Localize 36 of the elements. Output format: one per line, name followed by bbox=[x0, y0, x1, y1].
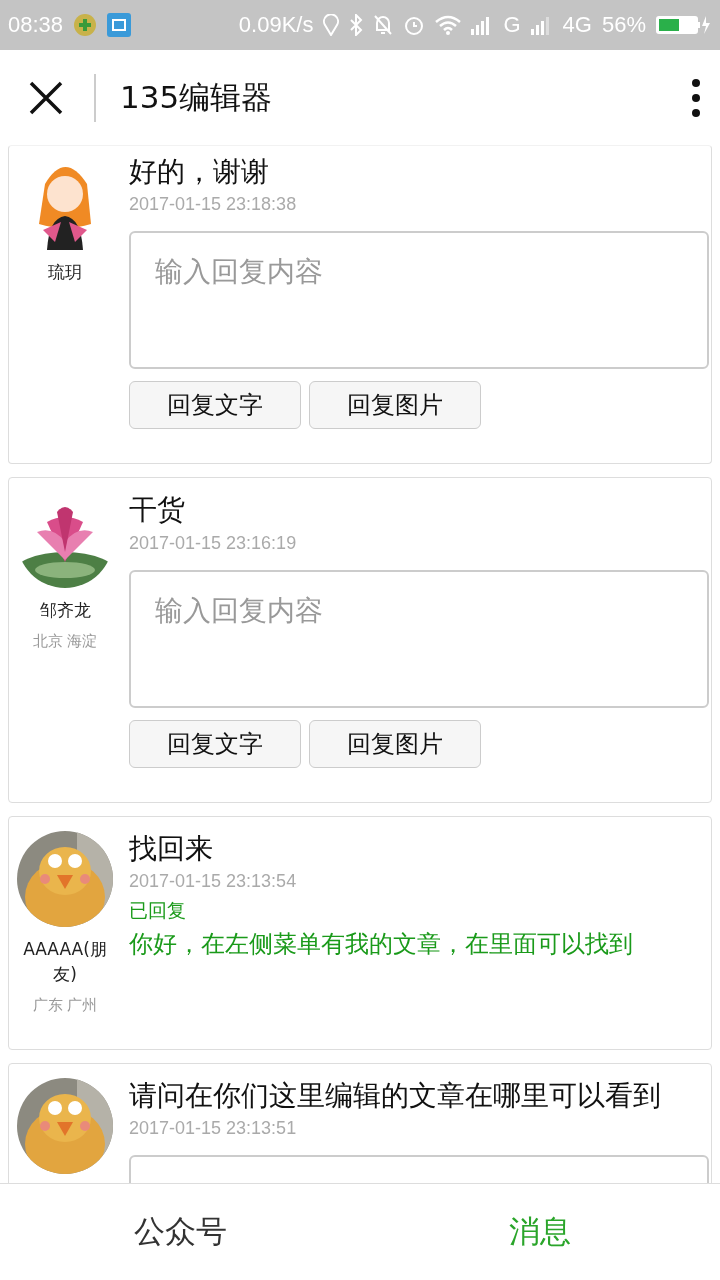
reply-button[interactable]: 回复图片 bbox=[309, 381, 481, 430]
window-title: 135编辑器 bbox=[120, 77, 274, 117]
replied-label: 已回复 bbox=[129, 898, 187, 924]
message-time: 2017-01-15 23:16:19 bbox=[129, 532, 298, 554]
bluetooth-icon bbox=[349, 14, 364, 36]
tab[interactable]: 公众号 bbox=[129, 1207, 231, 1257]
reply-text: 你好，在左侧菜单有我的文章，在里面可以找到 bbox=[129, 929, 634, 961]
message-time: 2017-01-15 23:13:51 bbox=[129, 1118, 298, 1140]
message-text: 干货 bbox=[129, 492, 186, 529]
clock: 08:38 bbox=[8, 12, 64, 38]
reply-button[interactable]: 回复文字 bbox=[129, 381, 301, 430]
bell-off-icon bbox=[373, 14, 394, 36]
user-name: 琉玥 bbox=[47, 261, 83, 284]
message-time: 2017-01-15 23:13:54 bbox=[129, 871, 298, 893]
alarm-icon bbox=[403, 14, 426, 36]
close-icon[interactable] bbox=[28, 79, 64, 116]
network-speed: 0.09K/s bbox=[238, 12, 314, 38]
user-location: 北京 海淀 bbox=[32, 631, 98, 651]
message-time: 2017-01-15 23:18:38 bbox=[129, 194, 298, 216]
plus-icon bbox=[73, 13, 98, 37]
screenshot-icon bbox=[107, 13, 132, 37]
message-text: 找回来 bbox=[129, 830, 214, 867]
message-text: 请问在你们这里编辑的文章在哪里可以看到 bbox=[129, 1077, 662, 1114]
network-type: G bbox=[503, 12, 521, 38]
wifi-icon bbox=[435, 15, 462, 35]
user-name: 邹齐龙 bbox=[38, 599, 92, 623]
battery-percent: 56% bbox=[601, 12, 646, 38]
more-icon[interactable] bbox=[690, 77, 702, 118]
reply-button[interactable]: 回复文字 bbox=[129, 719, 301, 768]
battery-icon bbox=[656, 14, 712, 36]
message-text: 好的，谢谢 bbox=[129, 154, 270, 190]
location-icon bbox=[323, 14, 340, 36]
user-name: AAAAA(朋友) bbox=[22, 937, 108, 987]
network-type: 4G bbox=[562, 12, 592, 38]
user-location: 广东 广州 bbox=[32, 995, 98, 1015]
reply-button[interactable]: 回复图片 bbox=[309, 719, 481, 768]
